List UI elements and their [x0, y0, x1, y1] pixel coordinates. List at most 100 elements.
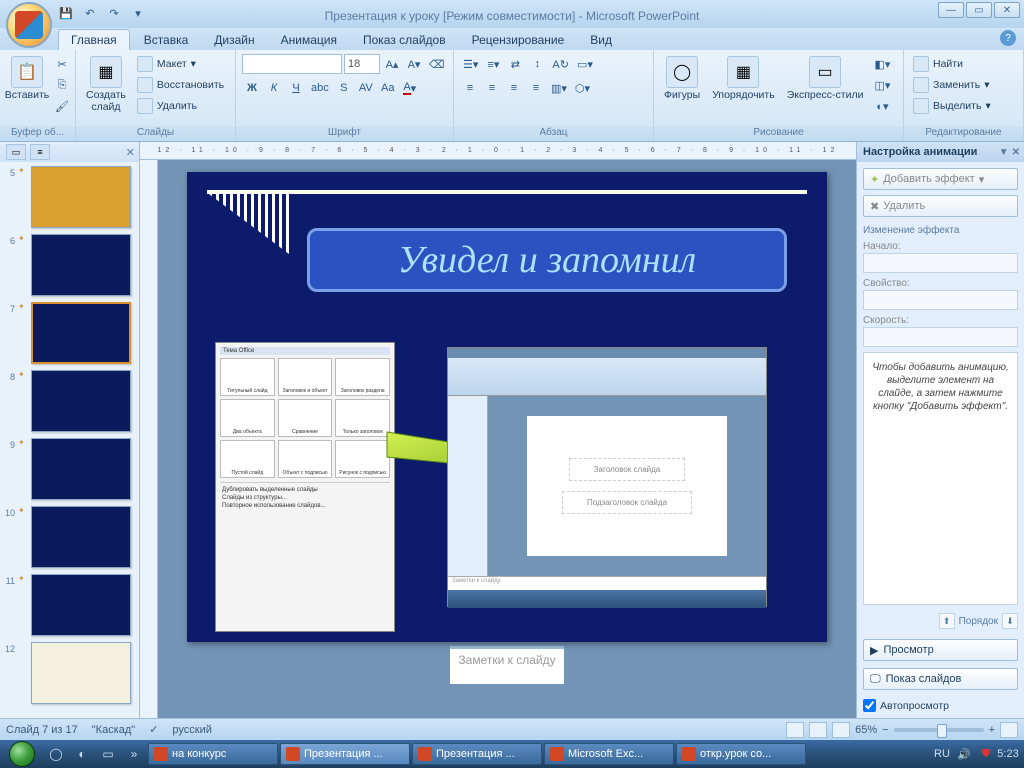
view-sorter-icon[interactable]: [809, 722, 827, 738]
tray-volume-icon[interactable]: 🔊: [956, 746, 972, 762]
taskbar-item[interactable]: на конкурс: [148, 743, 278, 765]
anim-speed-combo[interactable]: [863, 327, 1018, 347]
reset-button[interactable]: Восстановить: [134, 75, 227, 95]
line-spacing-icon[interactable]: ↕: [527, 54, 547, 74]
paste-button[interactable]: 📋 Вставить: [6, 54, 48, 104]
grow-font-icon[interactable]: A▴: [382, 54, 402, 74]
thumb-8[interactable]: 8✦: [3, 370, 136, 432]
zoom-in-icon[interactable]: +: [989, 724, 995, 736]
thumb-10[interactable]: 10✦: [3, 506, 136, 568]
taskbar-item[interactable]: откр.урок со...: [676, 743, 806, 765]
view-slideshow-icon[interactable]: [832, 722, 850, 738]
panel-close-icon[interactable]: ✕: [126, 146, 135, 159]
shape-effects-icon[interactable]: ◐▾: [871, 96, 893, 116]
shape-fill-icon[interactable]: ◧▾: [871, 54, 893, 74]
align-text-icon[interactable]: ▭▾: [574, 54, 596, 74]
anim-pane-close-icon[interactable]: ✕: [1012, 147, 1020, 158]
autopreview-checkbox[interactable]: Автопросмотр: [863, 699, 1018, 712]
delete-button[interactable]: Удалить: [134, 96, 227, 116]
case-icon[interactable]: Aa: [378, 78, 398, 98]
cut-icon[interactable]: ✂: [52, 54, 72, 74]
notes-panel[interactable]: Заметки к слайду: [450, 646, 563, 684]
tray-lang[interactable]: RU: [934, 746, 950, 762]
tab-animation[interactable]: Анимация: [269, 30, 349, 50]
start-button[interactable]: [2, 740, 42, 768]
copy-icon[interactable]: ⎘: [52, 75, 72, 95]
order-up-icon[interactable]: ⬆: [939, 613, 955, 629]
find-button[interactable]: Найти: [910, 54, 994, 74]
clear-format-icon[interactable]: ⌫: [426, 54, 448, 74]
font-color-icon[interactable]: A▾: [400, 78, 420, 98]
layout-button[interactable]: Макет ▾: [134, 54, 227, 74]
close-button[interactable]: ✕: [994, 2, 1020, 18]
thumb-9[interactable]: 9✦: [3, 438, 136, 500]
taskbar-item[interactable]: Презентация ...: [280, 743, 410, 765]
slide-canvas[interactable]: Увидел и запомнил Тема Office Титульный …: [187, 172, 827, 642]
preview-button[interactable]: ▶Просмотр: [863, 639, 1018, 661]
shrink-font-icon[interactable]: A▾: [404, 54, 424, 74]
anim-start-combo[interactable]: [863, 253, 1018, 273]
text-direction-icon[interactable]: A↻: [549, 54, 572, 74]
thumb-6[interactable]: 6✦: [3, 234, 136, 296]
font-size-combo[interactable]: 18: [344, 54, 380, 74]
font-family-combo[interactable]: [242, 54, 342, 74]
smartart-icon[interactable]: ⬡▾: [572, 78, 593, 98]
tab-slideshow[interactable]: Показ слайдов: [351, 30, 458, 50]
align-left-icon[interactable]: ≡: [460, 78, 480, 98]
tray-clock[interactable]: 5:23: [1000, 746, 1016, 762]
justify-icon[interactable]: ≡: [526, 78, 546, 98]
view-normal-icon[interactable]: [786, 722, 804, 738]
thumb-5[interactable]: 5✦: [3, 166, 136, 228]
strike-icon[interactable]: abc: [308, 78, 332, 98]
new-slide-button[interactable]: ▦ Создать слайд: [82, 54, 130, 115]
tab-home[interactable]: Главная: [58, 29, 130, 50]
zoom-slider[interactable]: [894, 728, 984, 732]
help-icon[interactable]: ?: [1000, 30, 1016, 46]
qat-undo-icon[interactable]: ↶: [80, 4, 100, 22]
format-painter-icon[interactable]: 🖌: [52, 96, 72, 116]
bullets-icon[interactable]: ☰▾: [460, 54, 481, 74]
qat-redo-icon[interactable]: ↷: [104, 4, 124, 22]
italic-icon[interactable]: К: [264, 78, 284, 98]
qat-save-icon[interactable]: 💾: [56, 4, 76, 22]
add-effect-button[interactable]: ✦Добавить эффект ▾: [863, 168, 1018, 190]
outline-tab-icon[interactable]: ≡: [30, 144, 50, 160]
taskbar-item[interactable]: Microsoft Exc...: [544, 743, 674, 765]
tab-review[interactable]: Рецензирование: [460, 30, 577, 50]
slides-tab-icon[interactable]: ▭: [6, 144, 26, 160]
taskbar-item[interactable]: Презентация ...: [412, 743, 542, 765]
tray-shield-icon[interactable]: ⛊: [978, 746, 994, 762]
office-button[interactable]: [6, 2, 52, 48]
ql-icon-2[interactable]: ◐: [70, 743, 94, 765]
spacing-icon[interactable]: AV: [356, 78, 376, 98]
shape-outline-icon[interactable]: ◫▾: [871, 75, 893, 95]
bold-icon[interactable]: Ж: [242, 78, 262, 98]
minimize-button[interactable]: —: [938, 2, 964, 18]
shadow-icon[interactable]: S: [334, 78, 354, 98]
qat-dropdown-icon[interactable]: ▾: [128, 4, 148, 22]
select-button[interactable]: Выделить ▾: [910, 96, 994, 116]
thumb-12[interactable]: 12: [3, 642, 136, 704]
anim-property-combo[interactable]: [863, 290, 1018, 310]
zoom-out-icon[interactable]: −: [882, 724, 888, 736]
underline-icon[interactable]: Ч: [286, 78, 306, 98]
slideshow-button[interactable]: 🖵Показ слайдов: [863, 668, 1018, 690]
quick-styles-button[interactable]: ▭Экспресс-стили: [783, 54, 868, 104]
align-right-icon[interactable]: ≡: [504, 78, 524, 98]
anim-pane-menu-icon[interactable]: ▼: [999, 147, 1009, 158]
tab-insert[interactable]: Вставка: [132, 30, 201, 50]
spellcheck-icon[interactable]: ✓: [149, 723, 158, 736]
columns-icon[interactable]: ▥▾: [548, 78, 570, 98]
slide-title[interactable]: Увидел и запомнил: [307, 228, 787, 292]
thumb-11[interactable]: 11✦: [3, 574, 136, 636]
shapes-button[interactable]: ◯Фигуры: [660, 54, 704, 104]
align-center-icon[interactable]: ≡: [482, 78, 502, 98]
ql-divider-icon[interactable]: »: [122, 743, 146, 765]
status-language[interactable]: русский: [172, 724, 211, 736]
list-level-icon[interactable]: ⇄: [505, 54, 525, 74]
order-down-icon[interactable]: ⬇: [1002, 613, 1018, 629]
thumb-7[interactable]: 7✦: [3, 302, 136, 364]
replace-button[interactable]: Заменить ▾: [910, 75, 994, 95]
fit-window-icon[interactable]: [1000, 722, 1018, 738]
ql-icon-3[interactable]: ▭: [96, 743, 120, 765]
